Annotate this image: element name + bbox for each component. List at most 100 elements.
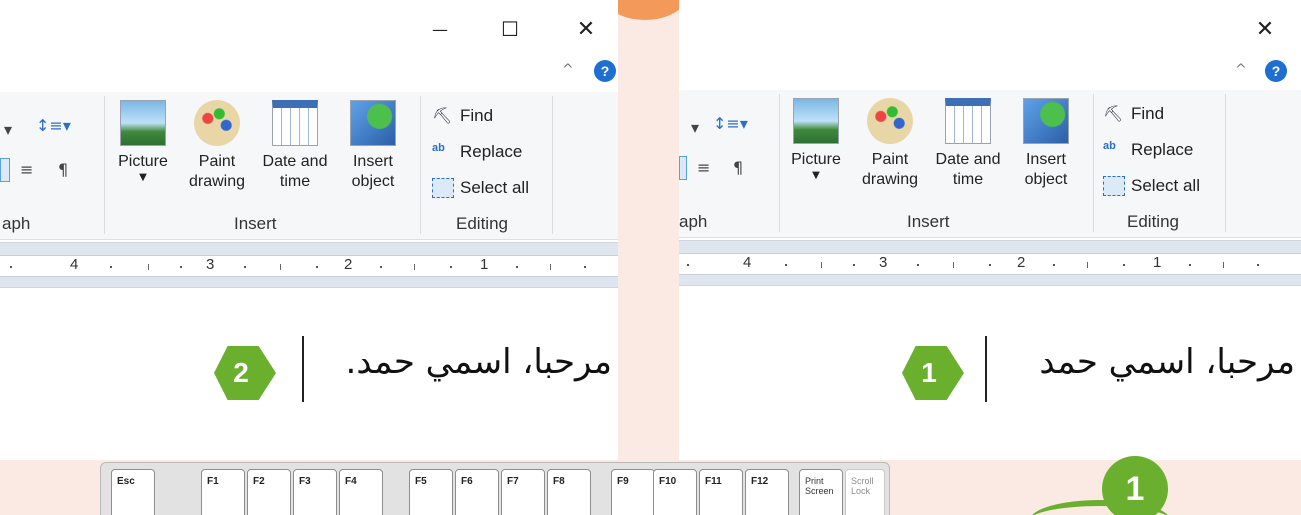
paint-drawing-label-1: Paint xyxy=(871,151,909,168)
f9-key[interactable]: F9 xyxy=(611,469,655,515)
date-and-time-label-1: Date and xyxy=(262,153,328,170)
paint-palette-icon xyxy=(194,100,240,146)
replace-button[interactable]: ab Replace xyxy=(1103,136,1193,164)
text-cursor xyxy=(302,336,304,402)
insert-object-button[interactable]: Insert object xyxy=(1011,98,1081,190)
binoculars-icon: ⛏ xyxy=(1103,104,1124,123)
esc-key[interactable]: Esc xyxy=(111,469,155,515)
calendar-clock-icon xyxy=(945,98,991,144)
paint-palette-icon xyxy=(867,98,913,144)
picture-button[interactable]: Picture ▼ xyxy=(781,98,851,181)
picture-icon xyxy=(120,100,166,146)
f4-key[interactable]: F4 xyxy=(339,469,383,515)
print-screen-key[interactable]: Print Screen xyxy=(799,469,843,515)
select-all-button[interactable]: Select all xyxy=(432,174,529,202)
help-icon[interactable]: ? xyxy=(594,60,616,82)
ruler-dot xyxy=(989,264,991,266)
scroll-lock-label-2: Lock xyxy=(851,486,871,496)
wordpad-window-step2: — ☐ ✕ ^ ? ▾ ↕≡▾ ≡ ¶ aph Picture ▼ Paint … xyxy=(0,0,618,460)
group-separator xyxy=(779,94,780,232)
align-justify-button[interactable] xyxy=(0,158,10,182)
select-all-label: Select all xyxy=(460,178,529,197)
close-button[interactable]: ✕ xyxy=(1245,14,1285,44)
f6-key[interactable]: F6 xyxy=(455,469,499,515)
picture-dropdown-icon[interactable]: ▼ xyxy=(781,170,851,181)
paint-drawing-label-2: drawing xyxy=(861,171,919,188)
f8-key[interactable]: F8 xyxy=(547,469,591,515)
f2-key[interactable]: F2 xyxy=(247,469,291,515)
replace-label: Replace xyxy=(460,142,523,161)
bullet-dropdown-icon[interactable]: ▾ xyxy=(4,120,12,139)
line-spacing-icon[interactable]: ↕≡▾ xyxy=(713,114,748,133)
paint-drawing-button[interactable]: Paint drawing xyxy=(182,100,252,192)
scroll-lock-label-1: Scroll xyxy=(851,476,874,486)
ruler-dot xyxy=(584,266,586,268)
f1-key[interactable]: F1 xyxy=(201,469,245,515)
print-screen-label-1: Print xyxy=(805,476,824,486)
insert-object-button[interactable]: Insert object xyxy=(338,100,408,192)
minimize-button[interactable]: — xyxy=(420,14,460,44)
ribbon-tab-bar: ^ ? xyxy=(679,58,1301,92)
document-text[interactable]: مرحبا، اسمي حمد xyxy=(1039,342,1295,382)
f5-key[interactable]: F5 xyxy=(409,469,453,515)
align-justify-icon[interactable]: ≡ xyxy=(20,160,33,179)
insert-object-icon xyxy=(1023,98,1069,144)
align-justify-button[interactable] xyxy=(679,156,687,180)
insert-object-label-2: object xyxy=(1024,171,1068,188)
ruler-dot xyxy=(853,264,855,266)
ruler-dot xyxy=(687,264,689,266)
close-button[interactable]: ✕ xyxy=(566,14,606,44)
picture-icon xyxy=(793,98,839,144)
find-button[interactable]: ⛏ Find xyxy=(432,102,493,130)
document-text[interactable]: مرحبا، اسمي حمد. xyxy=(346,342,612,382)
paint-drawing-label-2: drawing xyxy=(188,173,246,190)
ruler-tick xyxy=(821,262,822,268)
ruler-dot xyxy=(1257,264,1259,266)
f11-key[interactable]: F11 xyxy=(699,469,743,515)
ruler-number: 2 xyxy=(1017,254,1026,271)
ruler-tick xyxy=(148,264,149,270)
collapse-ribbon-caret-icon[interactable]: ^ xyxy=(562,62,574,78)
picture-dropdown-icon[interactable]: ▼ xyxy=(108,172,178,183)
replace-button[interactable]: ab Replace xyxy=(432,138,522,166)
find-button[interactable]: ⛏ Find xyxy=(1103,100,1164,128)
replace-label: Replace xyxy=(1131,140,1194,159)
maximize-button[interactable]: ☐ xyxy=(490,14,530,44)
ruler-number: 3 xyxy=(879,254,888,271)
select-all-icon xyxy=(1103,176,1125,196)
date-and-time-button[interactable]: Date and time xyxy=(260,100,330,192)
bullet-dropdown-icon[interactable]: ▾ xyxy=(691,118,699,137)
ruler-number: 3 xyxy=(206,256,215,273)
ruler-dot xyxy=(380,266,382,268)
select-all-button[interactable]: Select all xyxy=(1103,172,1200,200)
ruler-dot xyxy=(180,266,182,268)
ruler-dot xyxy=(917,264,919,266)
ruler-dot xyxy=(1053,264,1055,266)
ruler-dot xyxy=(1189,264,1191,266)
f3-key[interactable]: F3 xyxy=(293,469,337,515)
group-separator xyxy=(420,96,421,234)
f12-key[interactable]: F12 xyxy=(745,469,789,515)
help-icon[interactable]: ? xyxy=(1265,60,1287,82)
text-cursor xyxy=(985,336,987,402)
paragraph-settings-icon[interactable]: ¶ xyxy=(58,160,68,179)
scroll-lock-key[interactable]: Scroll Lock xyxy=(845,469,885,515)
insert-object-icon xyxy=(350,100,396,146)
step-2-number: 2 xyxy=(233,357,249,388)
ruler-dot xyxy=(1123,264,1125,266)
paragraph-group-label: aph xyxy=(679,212,708,231)
align-justify-icon[interactable]: ≡ xyxy=(697,158,710,177)
date-and-time-label-1: Date and xyxy=(935,151,1001,168)
group-separator xyxy=(104,96,105,234)
line-spacing-icon[interactable]: ↕≡▾ xyxy=(36,116,71,135)
paragraph-settings-icon[interactable]: ¶ xyxy=(733,158,743,177)
ruler-dot xyxy=(10,266,12,268)
paint-drawing-button[interactable]: Paint drawing xyxy=(855,98,925,190)
date-and-time-button[interactable]: Date and time xyxy=(933,98,1003,190)
f7-key[interactable]: F7 xyxy=(501,469,545,515)
date-and-time-label-2: time xyxy=(279,173,311,190)
f10-key[interactable]: F10 xyxy=(653,469,697,515)
picture-button[interactable]: Picture ▼ xyxy=(108,100,178,183)
collapse-ribbon-caret-icon[interactable]: ^ xyxy=(1235,62,1247,78)
ruler-number: 1 xyxy=(480,256,489,273)
